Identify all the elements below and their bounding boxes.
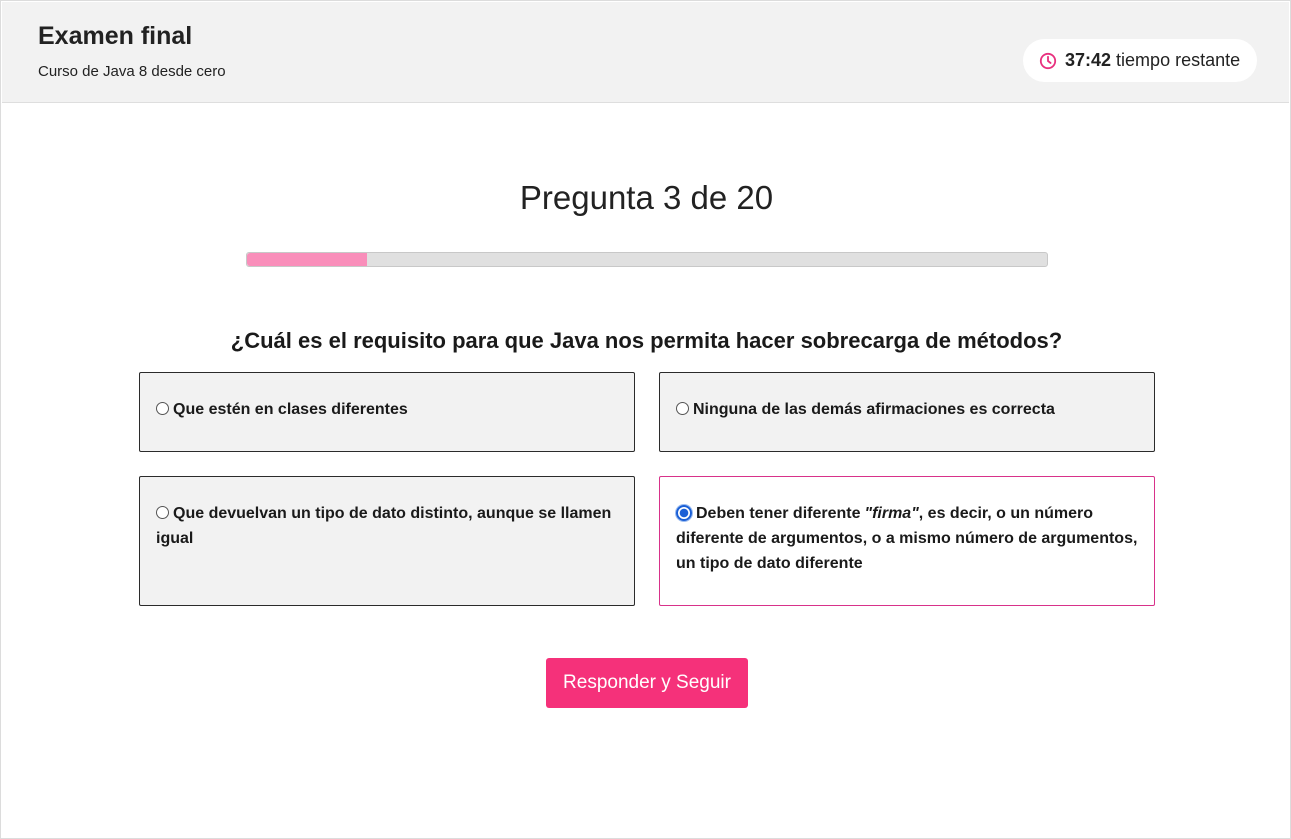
exam-header: Examen final Curso de Java 8 desde cero …	[2, 2, 1289, 103]
clock-icon	[1039, 52, 1057, 69]
question-counter: Pregunta 3 de 20	[519, 179, 774, 216]
answer-option-3[interactable]: Que devuelvan un tipo de dato distinto, …	[139, 476, 635, 606]
timer-label: tiempo restante	[1116, 50, 1241, 70]
answer-option-emphasis: "firma"	[864, 505, 919, 522]
course-name: Curso de Java 8 desde cero	[38, 63, 226, 80]
answer-option-label: Deben tener diferente	[696, 505, 861, 522]
answer-option-2[interactable]: Ninguna de las demás afirmaciones es cor…	[659, 372, 1155, 452]
answer-option-label: Que devuelvan un tipo de dato distinto, …	[156, 505, 612, 547]
progress-bar-fill	[247, 253, 367, 266]
exam-page: Examen final Curso de Java 8 desde cero …	[0, 0, 1291, 839]
answer-option-1[interactable]: Que estén en clases diferentes	[139, 372, 635, 452]
radio-button-checked[interactable]	[676, 505, 692, 521]
question-text: ¿Cuál es el requisito para que Java nos …	[230, 328, 1063, 353]
progress-bar	[246, 252, 1048, 267]
radio-button[interactable]	[676, 402, 689, 415]
answer-option-label: Ninguna de las demás afirmaciones es cor…	[693, 401, 1055, 418]
exam-title: Examen final	[38, 22, 193, 50]
radio-button[interactable]	[156, 402, 169, 415]
timer-value: 37:42	[1065, 50, 1112, 70]
timer-badge: 37:42 tiempo restante	[1023, 39, 1257, 82]
answer-option-4[interactable]: Deben tener diferente "firma", es decir, …	[659, 476, 1155, 606]
radio-button[interactable]	[156, 506, 169, 519]
answer-option-label: Que estén en clases diferentes	[173, 401, 408, 418]
submit-answer-button[interactable]: Responder y Seguir	[546, 658, 748, 708]
